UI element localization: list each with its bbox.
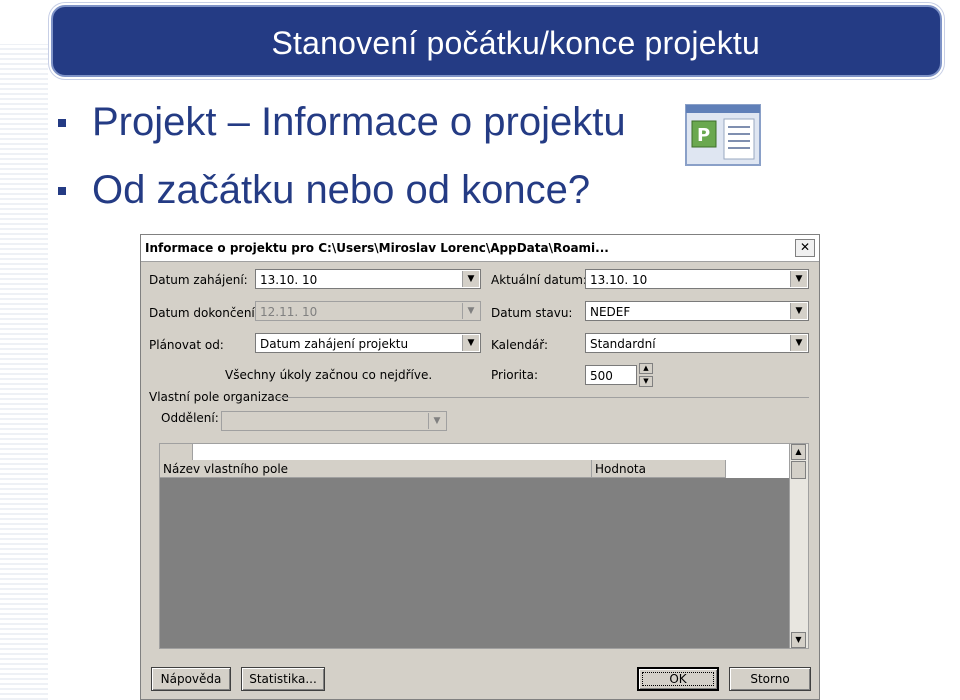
current-date-label: Aktuální datum: (491, 273, 587, 287)
bullet-square-icon (58, 118, 66, 127)
status-date-combo[interactable]: NEDEF ▼ (585, 301, 809, 321)
chevron-down-icon[interactable]: ▼ (428, 413, 445, 429)
status-date-value: NEDEF (590, 305, 631, 319)
current-date-value: 13.10. 10 (590, 273, 648, 287)
finish-date-value: 12.11. 10 (260, 305, 318, 319)
dialog-title: Informace o projektu pro C:\Users\Mirosl… (145, 241, 609, 255)
spin-up-icon[interactable]: ▲ (639, 363, 653, 374)
column-header-label: Název vlastního pole (163, 462, 289, 476)
custom-fields-group-label: Vlastní pole organizace (149, 390, 289, 404)
schedule-from-value: Datum zahájení projektu (260, 337, 409, 351)
slide-title: Stanovení počátku/konce projektu (271, 25, 760, 61)
bullet-square-icon (58, 186, 66, 195)
bullet-text: Od začátku nebo od konce? (92, 168, 591, 212)
group-divider (277, 397, 809, 398)
column-header-value[interactable]: Hodnota (592, 460, 726, 478)
close-icon[interactable]: ✕ (795, 239, 815, 257)
statistics-button[interactable]: Statistika... (241, 667, 325, 691)
department-label: Oddělení: (161, 411, 219, 425)
priority-value: 500 (590, 369, 613, 383)
schedule-from-combo[interactable]: Datum zahájení projektu ▼ (255, 333, 481, 353)
scroll-down-icon[interactable]: ▼ (791, 632, 806, 648)
slide-title-bar: Stanovení počátku/konce projektu (51, 5, 942, 77)
priority-label: Priorita: (491, 368, 539, 382)
status-date-label: Datum stavu: (491, 306, 573, 320)
schedule-from-label: Plánovat od: (149, 338, 224, 352)
project-info-icon: P (684, 103, 762, 167)
spin-down-icon[interactable]: ▼ (639, 376, 653, 387)
finish-date-label: Datum dokončení: (149, 306, 259, 320)
calendar-label: Kalendář: (491, 338, 549, 352)
grid-edit-row[interactable] (160, 444, 790, 460)
grid-header-blank (726, 460, 790, 478)
ok-button[interactable]: OK (637, 667, 719, 691)
focus-rect (642, 672, 714, 686)
schedule-note: Všechny úkoly začnou co nejdříve. (225, 368, 433, 382)
column-header-name[interactable]: Název vlastního pole (160, 460, 592, 478)
priority-input[interactable]: 500 (585, 365, 637, 385)
dialog-title-bar[interactable]: Informace o projektu pro C:\Users\Mirosl… (141, 235, 819, 262)
chevron-down-icon[interactable]: ▼ (790, 271, 807, 287)
calendar-value: Standardní (590, 337, 656, 351)
chevron-down-icon[interactable]: ▼ (462, 303, 479, 319)
start-date-value: 13.10. 10 (260, 273, 318, 287)
slide-decoration-stripes (0, 40, 48, 700)
start-date-label: Datum zahájení: (149, 273, 248, 287)
chevron-down-icon[interactable]: ▼ (462, 271, 479, 287)
priority-spinner: ▲ ▼ (639, 363, 653, 387)
scroll-up-icon[interactable]: ▲ (791, 444, 806, 460)
start-date-combo[interactable]: 13.10. 10 ▼ (255, 269, 481, 289)
cancel-button[interactable]: Storno (729, 667, 811, 691)
bullet-item: Od začátku nebo od konce? (58, 168, 590, 213)
scroll-thumb[interactable] (791, 461, 806, 479)
current-date-combo[interactable]: 13.10. 10 ▼ (585, 269, 809, 289)
chevron-down-icon[interactable]: ▼ (462, 335, 479, 351)
custom-fields-grid[interactable]: Název vlastního pole Hodnota ▲ ▼ (159, 443, 809, 649)
slide-decoration-corner (0, 0, 50, 44)
chevron-down-icon[interactable]: ▼ (790, 303, 807, 319)
column-header-label: Hodnota (595, 462, 646, 476)
department-combo[interactable]: ▼ (221, 411, 447, 431)
help-button[interactable]: Nápověda (151, 667, 231, 691)
project-info-dialog: Informace o projektu pro C:\Users\Mirosl… (140, 234, 820, 700)
svg-text:P: P (697, 125, 710, 146)
calendar-combo[interactable]: Standardní ▼ (585, 333, 809, 353)
vertical-scrollbar[interactable]: ▲ ▼ (789, 444, 808, 648)
grid-corner (160, 444, 193, 460)
bullet-text: Projekt – Informace o projektu (92, 100, 626, 144)
chevron-down-icon[interactable]: ▼ (790, 335, 807, 351)
finish-date-combo[interactable]: 12.11. 10 ▼ (255, 301, 481, 321)
bullet-item: Projekt – Informace o projektu (58, 100, 626, 145)
